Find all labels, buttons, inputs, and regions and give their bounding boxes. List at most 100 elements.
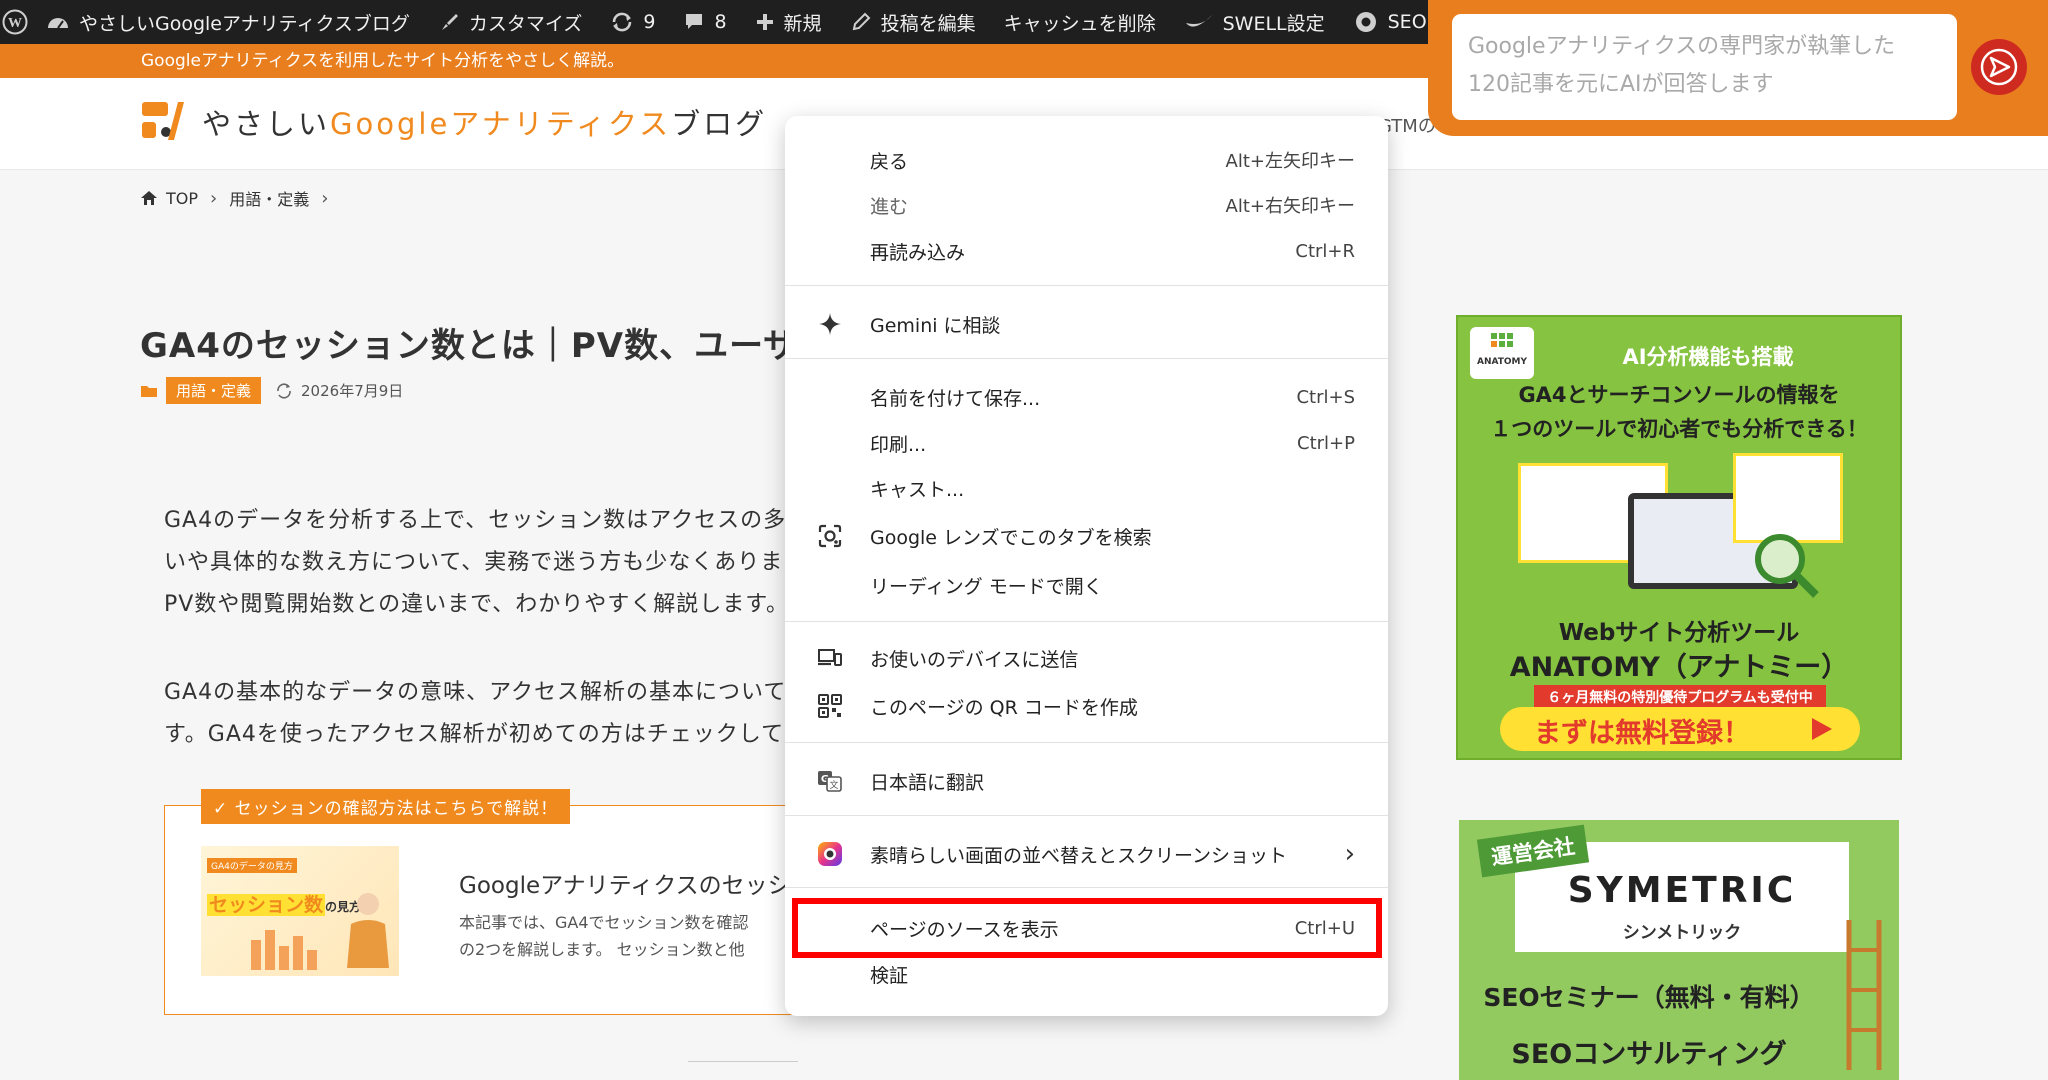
menu-item-label: Gemini に相談 <box>870 314 1001 337</box>
menu-item-reload[interactable]: 再読み込み Ctrl+R <box>785 229 1388 273</box>
menu-item-inspect[interactable]: 検証 <box>785 952 1388 996</box>
menu-item-label: このページの QR コードを作成 <box>870 696 1138 719</box>
menu-item-label: 名前を付けて保存... <box>870 387 1041 410</box>
ai-question-input[interactable]: Googleアナリティクスの専門家が執筆した 120記事を元にAIが回答します <box>1452 14 1957 120</box>
thumb-title: セッション数 の見方 <box>207 890 361 917</box>
anatomy-line-2: GA4とサーチコンソールの情報を <box>1518 383 1840 407</box>
menu-item-ask-gemini[interactable]: Gemini に相談 <box>785 302 1388 346</box>
menu-item-shortcut: Ctrl+P <box>1297 432 1355 454</box>
ai-send-button[interactable] <box>1971 39 2027 95</box>
menu-item-label: キャスト... <box>870 478 965 501</box>
related-box-label: ✓ セッションの確認方法はこちらで解説！ <box>201 789 571 824</box>
paragraph-2-line-2: す。GA4を使ったアクセス解析が初めての方はチェックして <box>164 722 785 747</box>
related-description-line-2: の2つを解説します。 セッション数と他 <box>459 940 745 959</box>
wp-logo-menu[interactable]: W <box>2 9 28 35</box>
comment-icon <box>686 14 703 29</box>
ai-chat-widget: Googleアナリティクスの専門家が執筆した 120記事を元にAIが回答します <box>1428 0 2048 136</box>
menu-item-translate[interactable]: G文 日本語に翻訳 <box>785 759 1388 803</box>
menu-item-shortcut: Alt+左矢印キー <box>1225 151 1355 172</box>
updates-link[interactable]: 9 <box>610 11 655 33</box>
menu-item-qr-code[interactable]: このページの QR コードを作成 <box>785 684 1388 728</box>
logo-text-google: Google <box>330 107 451 141</box>
related-article-description: 本記事では、GA4でセッション数を確認 の2つを解説します。 セッション数と他 <box>459 909 749 963</box>
thumb-title-big: セッション数 <box>207 894 326 916</box>
menu-item-label: 戻る <box>870 150 909 173</box>
anatomy-cta-label: まずは無料登録！ <box>1534 718 1750 749</box>
paragraph-1-line-3: PV数や閲覧開始数との違いまで、わかりやすく解説します。 <box>164 592 790 617</box>
comments-link[interactable]: 8 <box>683 11 727 33</box>
play-arrow-icon <box>1812 718 1832 740</box>
logo-text-pre: やさしい <box>202 107 331 141</box>
anatomy-line-4: Webサイト分析ツール <box>1558 620 1800 646</box>
updated-date: 2026年7月9日 <box>301 382 404 400</box>
anatomy-cta-button[interactable]: まずは無料登録！ <box>1500 707 1860 751</box>
menu-item-back[interactable]: 戻る Alt+左矢印キー <box>785 138 1388 182</box>
anatomy-line-5: ANATOMY（アナトミー） <box>1509 652 1849 683</box>
new-content-menu[interactable]: 新規 <box>755 9 822 36</box>
menu-item-label: 日本語に翻訳 <box>870 771 985 794</box>
anatomy-line-6: ６ヶ月無料の特別優待プログラムも受付中 <box>1534 685 1826 709</box>
ladder-illustration-icon <box>1846 920 1882 1070</box>
highlight-box <box>792 898 1382 958</box>
clear-cache-label: キャッシュを削除 <box>1003 12 1156 35</box>
related-article-title[interactable]: Googleアナリティクスのセッシ <box>459 866 791 900</box>
anatomy-banner-ad[interactable]: ANATOMY AI分析機能も搭載 GA4とサーチコンソールの情報を １つのツー… <box>1456 315 1902 760</box>
dashboard-icon <box>48 18 68 29</box>
article-title: GA4のセッション数とは｜PV数、ユーザー <box>140 326 834 366</box>
wordpress-icon: W <box>2 9 28 35</box>
menu-separator <box>785 742 1388 743</box>
menu-separator <box>785 285 1388 286</box>
site-name-label: やさしいGoogleアナリティクスブログ <box>79 12 410 35</box>
category-badge[interactable]: 用語・定義 <box>166 377 262 404</box>
updates-count: 9 <box>643 11 656 33</box>
qr-code-icon <box>817 693 843 719</box>
extension-icon <box>817 841 843 867</box>
swell-settings-link[interactable]: SWELL設定 <box>1184 9 1325 36</box>
symetric-banner-ad[interactable]: 運営会社 SYMETRIC シンメトリック SEOセミナー（無料・有料） SEO… <box>1459 820 1899 1080</box>
logo-text: やさしいGoogleアナリティクスブログ <box>202 101 767 143</box>
send-icon <box>1980 48 2018 86</box>
home-icon <box>141 191 157 205</box>
anatomy-logo-icon <box>1491 333 1513 347</box>
svg-text:W: W <box>8 16 22 31</box>
menu-item-save-as[interactable]: 名前を付けて保存... Ctrl+S <box>785 375 1388 419</box>
customize-label: カスタマイズ <box>468 12 583 35</box>
symetric-brand-kana: シンメトリック <box>1622 923 1742 943</box>
anatomy-line-1: AI分析機能も搭載 <box>1622 345 1794 369</box>
related-article-thumbnail[interactable]: GA4のデータの見方 セッション数 の見方 <box>201 846 399 976</box>
presenter-illustration-icon <box>347 893 389 968</box>
menu-item-print[interactable]: 印刷... Ctrl+P <box>785 421 1388 465</box>
menu-item-google-lens[interactable]: Google レンズでこのタブを検索 <box>785 514 1388 558</box>
paragraph-2-line-1: GA4の基本的なデータの意味、アクセス解析の基本について <box>164 680 787 705</box>
pencil-icon <box>852 12 870 31</box>
symetric-line-1: SEOセミナー（無料・有料） <box>1483 983 1815 1012</box>
site-logo[interactable]: やさしいGoogleアナリティクスブログ <box>140 100 767 144</box>
menu-item-reading-mode[interactable]: リーディング モードで開く <box>785 563 1388 607</box>
anatomy-dashboard-illustration <box>1518 453 1843 598</box>
edit-post-link[interactable]: 投稿を編集 <box>850 9 976 36</box>
menu-item-forward[interactable]: 進む Alt+右矢印キー <box>785 183 1388 227</box>
devices-icon <box>817 645 843 671</box>
menu-item-screenshot-extension[interactable]: 素晴らしい画面の並べ替えとスクリーンショット › <box>785 832 1388 876</box>
menu-item-shortcut: Ctrl+S <box>1296 386 1355 408</box>
menu-item-cast[interactable]: キャスト... <box>785 466 1388 510</box>
new-label: 新規 <box>783 12 822 35</box>
site-name-menu[interactable]: やさしいGoogleアナリティクスブログ <box>46 9 410 36</box>
customize-link[interactable]: カスタマイズ <box>438 9 582 36</box>
menu-item-send-to-devices[interactable]: お使いのデバイスに送信 <box>785 636 1388 680</box>
logo-text-katakana: アナリティクス <box>450 107 672 141</box>
menu-separator <box>785 358 1388 359</box>
breadcrumb-category[interactable]: 用語・定義 <box>229 186 309 210</box>
browser-context-menu: 戻る Alt+左矢印キー 進む Alt+右矢印キー 再読み込み Ctrl+R G… <box>785 116 1388 1016</box>
clear-cache-link[interactable]: キャッシュを削除 <box>1004 9 1156 36</box>
swell-settings-label: SWELL設定 <box>1222 12 1325 35</box>
menu-item-label: 進む <box>870 195 909 218</box>
menu-item-label: 再読み込み <box>870 241 966 264</box>
swell-swoosh-icon <box>1185 15 1212 27</box>
paragraph-1-line-2: いや具体的な数え方について、実務で迷う方も少なくありま <box>164 550 784 575</box>
breadcrumb: TOP › 用語・定義 › <box>140 186 332 210</box>
symetric-brand: SYMETRIC <box>1567 870 1797 911</box>
menu-item-label: 検証 <box>870 964 909 987</box>
breadcrumb-home[interactable]: TOP <box>166 189 198 208</box>
refresh-icon <box>277 382 291 399</box>
